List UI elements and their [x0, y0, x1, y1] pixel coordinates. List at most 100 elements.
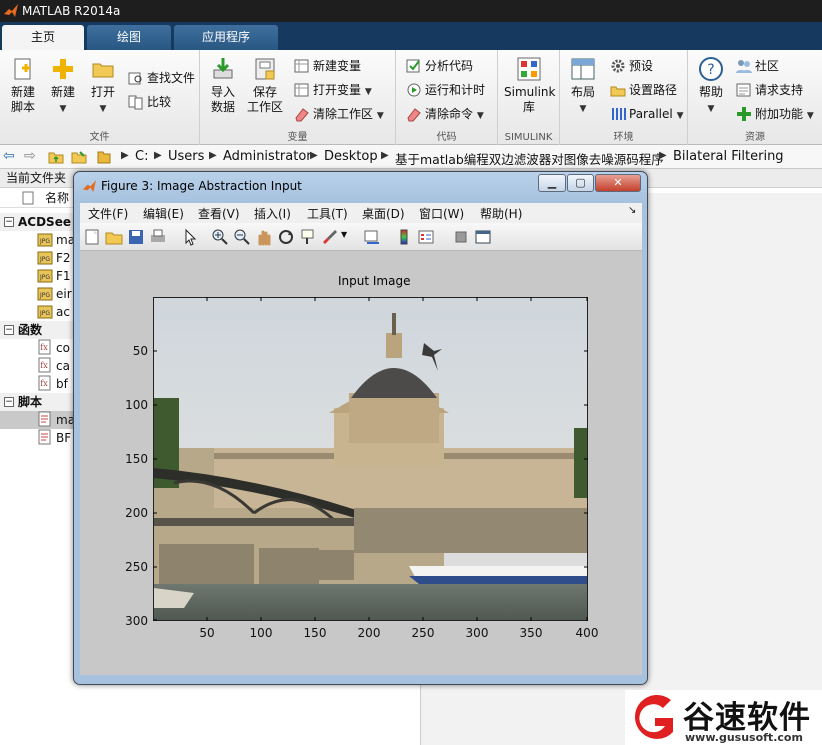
menu-help[interactable]: 帮助(H) — [480, 205, 522, 222]
print-icon[interactable] — [149, 228, 167, 246]
menu-edit[interactable]: 编辑(E) — [143, 205, 184, 222]
find-files-button[interactable]: 查找文件 — [128, 68, 195, 88]
new-variable-button[interactable]: 新建变量 — [294, 56, 361, 76]
section-functions[interactable]: − 函数 — [0, 321, 80, 339]
x-tick-label: 250 — [411, 626, 435, 640]
rotate-3d-icon[interactable] — [277, 228, 295, 246]
colorbar-icon[interactable] — [395, 228, 413, 246]
group-file: 新建 脚本 新建 ▼ 打开 ▼ 查找文件 比较 文件 — [0, 50, 200, 145]
save-workspace-button[interactable]: 保存 工作区 — [242, 56, 288, 115]
breadcrumb-users[interactable]: Users — [168, 149, 204, 164]
breadcrumb-desktop[interactable]: Desktop — [324, 149, 378, 164]
breadcrumb-separator: ▶ — [310, 150, 318, 161]
menu-window[interactable]: 窗口(W) — [419, 205, 464, 222]
list-item[interactable]: JPG F2 — [37, 249, 71, 267]
maximize-icon: ▢ — [575, 176, 586, 189]
list-item[interactable]: JPG ma — [37, 231, 75, 249]
legend-icon[interactable] — [417, 228, 435, 246]
list-item[interactable]: BF — [37, 429, 71, 447]
chevron-down-icon: ▼ — [476, 111, 484, 121]
request-support-button[interactable]: 请求支持 — [736, 80, 803, 100]
forward-arrow-icon[interactable]: ⇨ — [24, 148, 36, 164]
set-path-button[interactable]: 设置路径 — [610, 80, 677, 100]
preferences-button[interactable]: 预设 — [610, 56, 653, 76]
menu-insert[interactable]: 插入(I) — [254, 205, 291, 222]
new-figure-icon[interactable] — [83, 228, 101, 246]
breadcrumb-bilateral-filtering[interactable]: Bilateral Filtering — [673, 149, 784, 164]
breadcrumb-separator: ▶ — [209, 150, 217, 161]
menu-desktop[interactable]: 桌面(D) — [362, 205, 405, 222]
help-button[interactable]: ? 帮助 ▼ — [688, 56, 734, 117]
run-and-time-button[interactable]: 运行和计时 — [406, 80, 485, 100]
clear-workspace-button[interactable]: 清除工作区 ▼ — [294, 104, 384, 124]
add-ons-button[interactable]: 附加功能 ▼ — [736, 104, 814, 124]
breadcrumb-project-folder[interactable]: 基于matlab编程双边滤波器对图像去噪源码程序 — [395, 149, 664, 168]
save-workspace-icon — [255, 58, 275, 80]
svg-text:JPG: JPG — [39, 292, 50, 299]
hide-plot-tools-icon[interactable] — [452, 228, 470, 246]
close-button[interactable]: ✕ — [595, 174, 641, 192]
list-item[interactable]: JPG ac — [37, 303, 70, 321]
group-file-label: 文件 — [89, 132, 110, 143]
section-scripts[interactable]: − 脚本 — [0, 393, 80, 411]
import-data-button[interactable]: 导入 数据 — [200, 56, 246, 115]
tab-plots[interactable]: 绘图 — [87, 25, 171, 50]
brush-icon[interactable] — [321, 228, 339, 246]
list-item-selected[interactable]: ma — [0, 411, 75, 429]
collapse-icon[interactable]: − — [4, 217, 14, 227]
figure-canvas: Input Image 50 100 150 200 250 300 50 10… — [80, 251, 642, 675]
request-support-icon — [736, 83, 751, 97]
ribbon-tabs: 主页 绘图 应用程序 — [0, 22, 822, 50]
analyze-code-icon — [406, 59, 420, 73]
up-folder-icon[interactable] — [48, 149, 64, 165]
list-item[interactable]: fx co — [37, 339, 70, 357]
menu-view[interactable]: 查看(V) — [198, 205, 240, 222]
tab-home[interactable]: 主页 — [2, 25, 84, 50]
open-variable-button[interactable]: 打开变量 ▼ — [294, 80, 372, 100]
collapse-icon[interactable]: − — [4, 325, 14, 335]
menu-file[interactable]: 文件(F) — [88, 205, 128, 222]
section-acdsee[interactable]: − ACDSee — [0, 213, 80, 231]
community-button[interactable]: 社区 — [736, 56, 779, 76]
link-plot-icon[interactable] — [363, 228, 381, 246]
simulink-library-button[interactable]: Simulink 库 — [504, 56, 555, 115]
y-tick-label: 50 — [132, 344, 148, 358]
zoom-in-icon[interactable] — [211, 228, 229, 246]
parallel-button[interactable]: Parallel ▼ — [610, 104, 683, 124]
group-environment: 布局 ▼ 预设 设置路径 Parallel ▼ 环境 — [560, 50, 688, 145]
layout-button[interactable]: 布局 ▼ — [560, 56, 606, 117]
pan-hand-icon[interactable] — [255, 228, 273, 246]
clear-commands-button[interactable]: 清除命令 ▼ — [406, 104, 484, 124]
chevron-down-icon: ▼ — [364, 87, 372, 97]
data-cursor-icon[interactable] — [299, 228, 317, 246]
tab-apps[interactable]: 应用程序 — [174, 25, 278, 50]
compare-button[interactable]: 比较 — [128, 92, 171, 112]
menu-tools[interactable]: 工具(T) — [307, 205, 348, 222]
svg-text:JPG: JPG — [39, 238, 50, 245]
chevron-down-icon[interactable]: ▼ — [341, 230, 347, 239]
zoom-out-icon[interactable] — [233, 228, 251, 246]
list-item[interactable]: JPG eir — [37, 285, 72, 303]
pointer-icon[interactable] — [181, 228, 199, 246]
minimize-button[interactable]: ▁ — [538, 174, 566, 192]
show-plot-tools-icon[interactable] — [474, 228, 492, 246]
list-item[interactable]: fx ca — [37, 357, 70, 375]
x-tick-label: 150 — [303, 626, 327, 640]
list-item[interactable]: JPG F1 — [37, 267, 71, 285]
browse-folder-icon[interactable] — [71, 149, 87, 165]
list-item[interactable]: fx bf — [37, 375, 68, 393]
save-icon[interactable] — [127, 228, 145, 246]
collapse-icon[interactable]: − — [4, 397, 14, 407]
gusu-logo-icon — [634, 694, 673, 739]
breadcrumb-c[interactable]: C: — [135, 149, 148, 164]
analyze-code-button[interactable]: 分析代码 — [406, 56, 473, 76]
column-name-header[interactable]: 名称 — [45, 188, 69, 208]
back-arrow-icon[interactable]: ⇦ — [3, 148, 15, 164]
open-file-icon[interactable] — [105, 228, 123, 246]
group-variable: 导入 数据 保存 工作区 新建变量 打开变量 ▼ 清除工作区 ▼ 变量 — [200, 50, 396, 145]
script-file-icon — [38, 429, 51, 445]
maximize-button[interactable]: ▢ — [567, 174, 594, 192]
breadcrumb-administrator[interactable]: Administrator — [223, 149, 312, 164]
open-button[interactable]: 打开 ▼ — [80, 56, 126, 117]
dock-arrow-icon[interactable]: ↘ — [628, 205, 636, 216]
